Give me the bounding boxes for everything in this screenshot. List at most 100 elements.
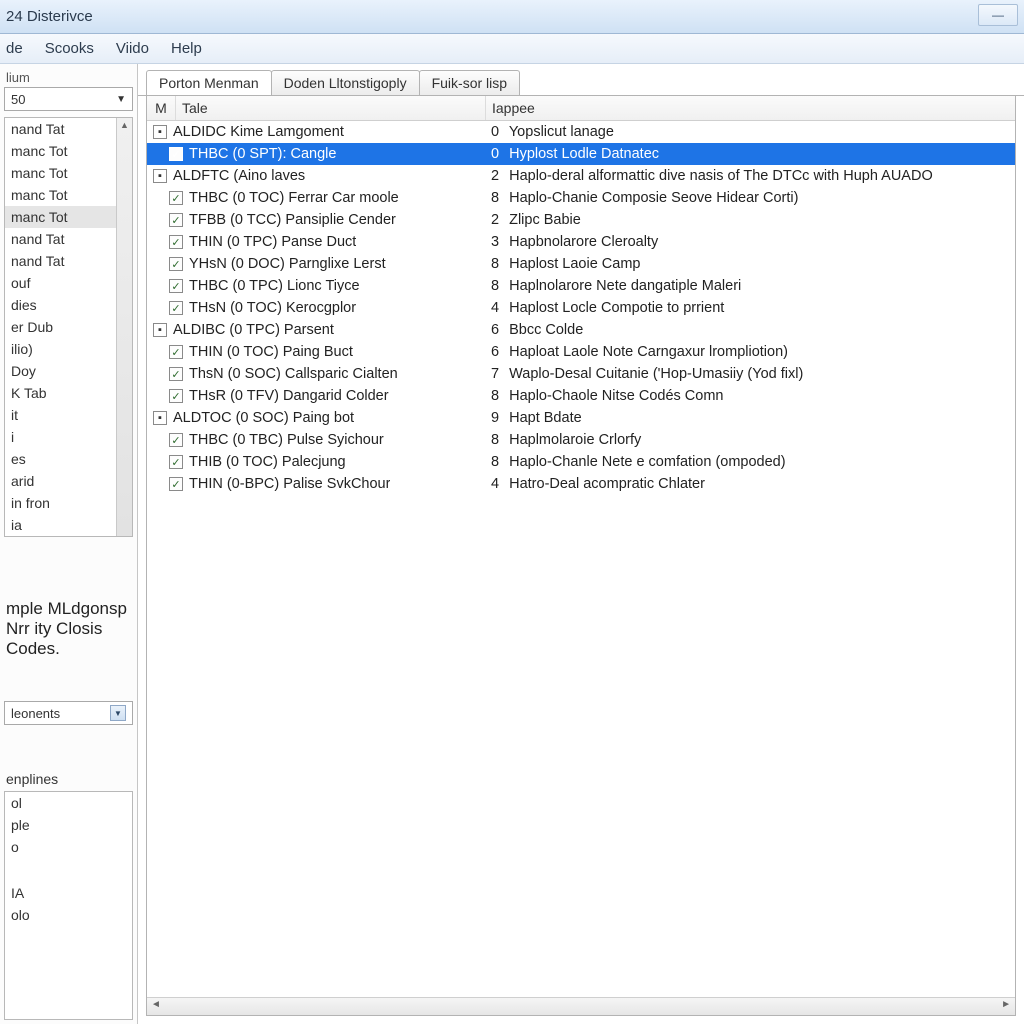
checkbox-icon[interactable]: ✓	[169, 389, 183, 403]
sidebar-list-item[interactable]: ilio)	[5, 338, 132, 360]
sidebar-list-item[interactable]: ouf	[5, 272, 132, 294]
row-num: 6	[491, 322, 499, 338]
sidebar-list-item[interactable]: K Tab	[5, 382, 132, 404]
tree-group-row[interactable]: ▪ALDIDC Kime Lamgoment0 Yopslicut lanage	[147, 121, 1015, 143]
tree-row[interactable]: ✓TFBB (0 TCC) Pansiplie Cender2 Zlipc Ba…	[147, 209, 1015, 231]
tree-group-row[interactable]: ▪ALDTOC (0 SOC) Paing bot9 Hapt Bdate	[147, 407, 1015, 429]
checkbox-icon[interactable]: ✓	[169, 477, 183, 491]
checkbox-icon[interactable]: ✓	[169, 367, 183, 381]
sidebar-list-item[interactable]: manc Tot	[5, 184, 132, 206]
tree-row[interactable]: ✓THBC (0 TOC) Ferrar Car moole8 Haplo-Ch…	[147, 187, 1015, 209]
tree-group-row[interactable]: ▪ALDFTC (Aino laves2 Haplo-deral alforma…	[147, 165, 1015, 187]
row-title: ThsN (0 SOC) Callsparic Cialten	[189, 366, 398, 382]
tree-row[interactable]: ✓YHsN (0 DOC) Parnglixe Lerst8 Haplost L…	[147, 253, 1015, 275]
sidebar-combo[interactable]: 50 ▼	[4, 87, 133, 111]
status-text: mple MLdgonsp Nrr ity Closis Codes.	[6, 599, 131, 659]
menu-item[interactable]: Scooks	[45, 40, 94, 57]
window-titlebar: 24 Disterivce —	[0, 0, 1024, 34]
tree-row[interactable]: ✓THBC (0 SPT): Cangle0 Hyplost Lodle Dat…	[147, 143, 1015, 165]
expand-icon[interactable]: ▪	[153, 125, 167, 139]
checkbox-icon[interactable]: ✓	[169, 257, 183, 271]
sidebar-list-item[interactable]: manc Tot	[5, 162, 132, 184]
row-desc: Hapt Bdate	[505, 410, 582, 426]
row-num: 7	[491, 366, 499, 382]
expand-icon[interactable]: ▪	[153, 323, 167, 337]
sidebar-list-item[interactable]: arid	[5, 470, 132, 492]
sidebar-list-item[interactable]: Doy	[5, 360, 132, 382]
expand-icon[interactable]: ▪	[153, 169, 167, 183]
tab[interactable]: Fuik-sor lisp	[419, 70, 520, 95]
row-num: 0	[491, 124, 499, 140]
row-title: ALDIDC Kime Lamgoment	[173, 124, 344, 140]
col-desc[interactable]: Iappee	[485, 96, 1015, 120]
sidebar-lower-item[interactable]: ol	[5, 792, 132, 814]
window-min-button[interactable]: —	[978, 4, 1018, 26]
sidebar-combo2-value: leonents	[11, 706, 60, 721]
row-desc: Haplmolaroie Crlorfy	[505, 432, 641, 448]
sidebar-lower-item[interactable]: o	[5, 836, 132, 858]
row-desc: Haploat Laole Note Carngaxur lrompliotio…	[505, 344, 788, 360]
row-num: 4	[491, 476, 499, 492]
checkbox-icon[interactable]: ✓	[169, 235, 183, 249]
expand-icon[interactable]: ▪	[153, 411, 167, 425]
row-title: ALDTOC (0 SOC) Paing bot	[173, 410, 354, 426]
row-title: THBC (0 SPT): Cangle	[189, 146, 336, 162]
sidebar-list-item[interactable]: es	[5, 448, 132, 470]
tree-row[interactable]: ✓THIB (0 TOC) Palecjung8 Haplo-Chanle Ne…	[147, 451, 1015, 473]
sidebar-list-item[interactable]: er Dub	[5, 316, 132, 338]
sidebar-lower-item[interactable]: ple	[5, 814, 132, 836]
menu-item[interactable]: de	[6, 40, 23, 57]
sidebar-list-item[interactable]: ia	[5, 514, 132, 536]
tree-row[interactable]: ✓THIN (0 TPC) Panse Duct3 Hapbnolarore C…	[147, 231, 1015, 253]
tree-row[interactable]: ✓THsN (0 TOC) Kerocgplor4 Haplost Locle …	[147, 297, 1015, 319]
sidebar-list-item[interactable]: manc Tot	[5, 140, 132, 162]
tree-row[interactable]: ✓THIN (0 TOC) Paing Buct6 Haploat Laole …	[147, 341, 1015, 363]
tab[interactable]: Porton Menman	[146, 70, 272, 95]
sidebar-lower-item[interactable]: olo	[5, 904, 132, 926]
sidebar-lower-item[interactable]: IA	[5, 882, 132, 904]
row-desc: Haplo-Chanie Composie Seove Hidear Corti…	[505, 190, 798, 206]
sidebar-lower-list[interactable]: olpleo IAolo	[4, 791, 133, 1020]
tree-row[interactable]: ✓THsR (0 TFV) Dangarid Colder8 Haplo-Cha…	[147, 385, 1015, 407]
sidebar-list[interactable]: nand Tatmanc Totmanc Totmanc Totmanc Tot…	[4, 117, 133, 537]
row-desc: Hatro-Deal acompratic Chlater	[505, 476, 705, 492]
row-title: THIN (0 TPC) Panse Duct	[189, 234, 356, 250]
row-title: THBC (0 TBC) Pulse Syichour	[189, 432, 384, 448]
row-desc: Hapbnolarore Cleroalty	[505, 234, 658, 250]
tree-row[interactable]: ✓THBC (0 TBC) Pulse Syichour8 Haplmolaro…	[147, 429, 1015, 451]
checkbox-icon[interactable]: ✓	[169, 213, 183, 227]
checkbox-icon[interactable]: ✓	[169, 455, 183, 469]
tree-group-row[interactable]: ▪ALDIBC (0 TPC) Parsent6 Bbcc Colde	[147, 319, 1015, 341]
checkbox-icon[interactable]: ✓	[169, 147, 183, 161]
tree-rows: ▪ALDIDC Kime Lamgoment0 Yopslicut lanage…	[147, 121, 1015, 997]
horizontal-scrollbar[interactable]	[147, 997, 1015, 1015]
col-title[interactable]: Tale	[175, 96, 485, 120]
sidebar-list-item[interactable]: manc Tot	[5, 206, 132, 228]
column-headers: M Tale Iappee	[147, 96, 1015, 121]
row-title: ALDFTC (Aino laves	[173, 168, 305, 184]
sidebar-list-item[interactable]: nand Tat	[5, 250, 132, 272]
sidebar-list-item[interactable]: nand Tat	[5, 118, 132, 140]
tree-row[interactable]: ✓ThsN (0 SOC) Callsparic Cialten7 Waplo-…	[147, 363, 1015, 385]
sidebar-combo-2[interactable]: leonents ▼	[4, 701, 133, 725]
sidebar-list-item[interactable]: in fron	[5, 492, 132, 514]
tab-pane: M Tale Iappee ▪ALDIDC Kime Lamgoment0 Yo…	[146, 95, 1016, 1016]
row-title: THBC (0 TOC) Ferrar Car moole	[189, 190, 399, 206]
menu-item[interactable]: Help	[171, 40, 202, 57]
tab[interactable]: Doden Lltonstigoply	[271, 70, 420, 95]
checkbox-icon[interactable]: ✓	[169, 191, 183, 205]
checkbox-icon[interactable]: ✓	[169, 433, 183, 447]
menu-item[interactable]: Viido	[116, 40, 149, 57]
scrollbar[interactable]	[116, 118, 132, 536]
sidebar-list-item[interactable]: it	[5, 404, 132, 426]
checkbox-icon[interactable]: ✓	[169, 345, 183, 359]
sidebar-list-item[interactable]: nand Tat	[5, 228, 132, 250]
sidebar-list-item[interactable]: i	[5, 426, 132, 448]
sidebar-list-item[interactable]: dies	[5, 294, 132, 316]
tree-row[interactable]: ✓THIN (0-BPC) Palise SvkChour4 Hatro-Dea…	[147, 473, 1015, 495]
row-num: 0	[491, 146, 499, 162]
tree-row[interactable]: ✓THBC (0 TPC) Lionc Tiyce8 Haplnolarore …	[147, 275, 1015, 297]
col-toggle[interactable]: M	[147, 96, 175, 120]
checkbox-icon[interactable]: ✓	[169, 301, 183, 315]
checkbox-icon[interactable]: ✓	[169, 279, 183, 293]
